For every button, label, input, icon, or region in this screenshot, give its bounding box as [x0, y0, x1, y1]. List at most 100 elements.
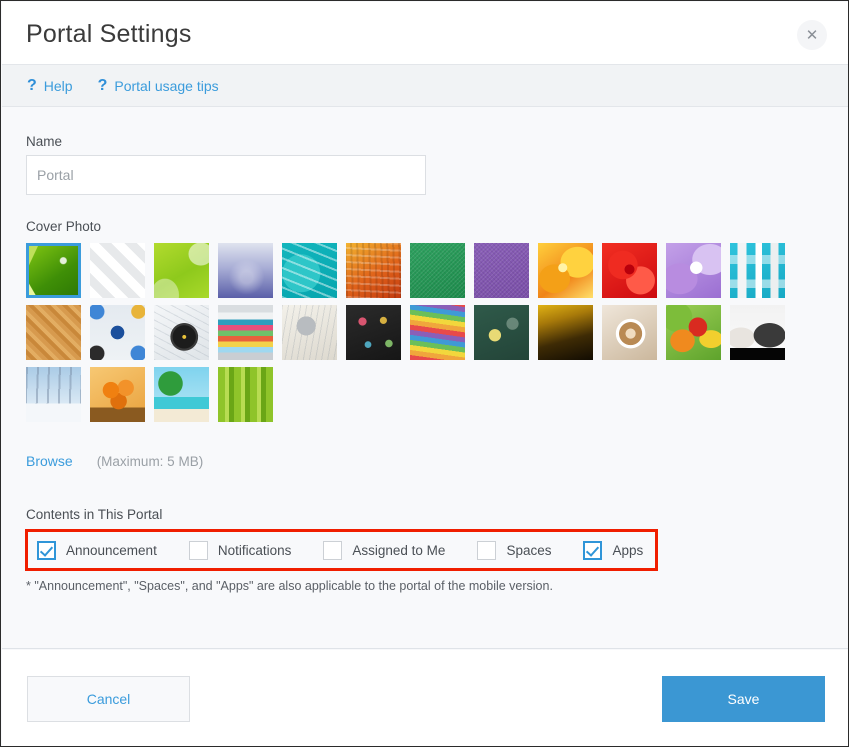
help-link-label: Help: [44, 78, 73, 94]
cover-photo-thumbnail-beach-palm-tree[interactable]: [154, 367, 209, 422]
bamboo-forest-image: [218, 367, 273, 422]
dialog-footer: Cancel Save: [2, 650, 849, 747]
cover-photo-thumbnail-purple-fabric[interactable]: [474, 243, 529, 298]
portal-settings-dialog: Portal Settings ✕ ? Help ? Portal usage …: [0, 0, 849, 747]
dialog-header: Portal Settings ✕: [2, 2, 849, 65]
checkbox-label: Assigned to Me: [352, 543, 445, 558]
colored-pencils-faces-image: [410, 305, 465, 360]
cover-photo-thumbnail-wood-parquet[interactable]: [26, 305, 81, 360]
green-leaf-waterdrops-image: [29, 246, 78, 295]
purple-blue-gradient-image: [218, 243, 273, 298]
dark-gold-gradient-image: [538, 305, 593, 360]
cover-photo-row: [26, 305, 826, 360]
checkbox-label: Apps: [612, 543, 643, 558]
close-button[interactable]: ✕: [797, 20, 827, 50]
gear-and-blueprint-image: [282, 305, 337, 360]
question-mark-icon: ?: [27, 78, 37, 94]
contents-footnote: * "Announcement", "Spaces", and "Apps" a…: [26, 579, 553, 593]
cover-photo-thumbnail-purple-blue-gradient[interactable]: [218, 243, 273, 298]
cancel-button[interactable]: Cancel: [27, 676, 190, 722]
checkbox-label: Notifications: [218, 543, 292, 558]
cover-photo-row: [26, 367, 826, 422]
cover-photo-thumbnail-compass-on-map[interactable]: [154, 305, 209, 360]
cover-photo-thumbnail-cat-and-dog[interactable]: [730, 305, 785, 360]
cover-photo-row: [26, 243, 826, 298]
dialog-body: Name Cover Photo Browse (Maximum: 5 MB) …: [2, 107, 849, 649]
teal-water-image: [282, 243, 337, 298]
cover-photo-thumbnail-green-curves[interactable]: [154, 243, 209, 298]
compass-on-map-image: [154, 305, 209, 360]
cover-photo-thumbnail-pumpkin-basket[interactable]: [90, 367, 145, 422]
cover-photo-thumbnail-green-leaf-waterdrops[interactable]: [26, 243, 81, 298]
cover-photo-thumbnail-green-fabric[interactable]: [410, 243, 465, 298]
purple-lilac-flower-image: [666, 243, 721, 298]
pumpkin-basket-image: [90, 367, 145, 422]
checkbox-box-icon[interactable]: [323, 541, 342, 560]
lightbulb-chalkboard-image: [474, 305, 529, 360]
blue-mosaic-tile-image: [90, 305, 145, 360]
cover-photo-thumbnail-colored-pencils-faces[interactable]: [410, 305, 465, 360]
wood-parquet-image: [26, 305, 81, 360]
checkbox-label: Spaces: [506, 543, 551, 558]
contents-checkbox-group: Announcement Notifications Assigned to Me S…: [25, 529, 658, 571]
cover-photo-grid: [26, 243, 826, 429]
checkmark-icon[interactable]: [37, 541, 56, 560]
cover-photo-thumbnail-blue-mosaic-tile[interactable]: [90, 305, 145, 360]
winter-frost-trees-image: [26, 367, 81, 422]
checkbox-box-icon[interactable]: [189, 541, 208, 560]
checkbox-box-icon[interactable]: [477, 541, 496, 560]
checkbox-apps[interactable]: Apps: [583, 541, 643, 560]
cyan-blocks-image: [730, 243, 785, 298]
cover-photo-thumbnail-teal-water[interactable]: [282, 243, 337, 298]
cover-photo-thumbnail-dark-gold-gradient[interactable]: [538, 305, 593, 360]
cover-photo-thumbnail-purple-lilac-flower[interactable]: [666, 243, 721, 298]
cover-photo-thumbnail-orange-paint-texture[interactable]: [346, 243, 401, 298]
cover-photo-label: Cover Photo: [26, 219, 101, 234]
checkbox-assigned-to-me[interactable]: Assigned to Me: [323, 541, 445, 560]
checkbox-spaces[interactable]: Spaces: [477, 541, 551, 560]
latte-art-coffee-image: [602, 305, 657, 360]
question-marks-chalkboard-image: [346, 305, 401, 360]
checkbox-notifications[interactable]: Notifications: [189, 541, 292, 560]
white-diamond-pattern-image: [90, 243, 145, 298]
cover-photo-thumbnail-orange-lily-flower[interactable]: [538, 243, 593, 298]
portal-usage-tips-label: Portal usage tips: [114, 78, 218, 94]
browse-row: Browse (Maximum: 5 MB): [26, 453, 203, 469]
close-icon: ✕: [806, 28, 819, 43]
cover-photo-thumbnail-lightbulb-chalkboard[interactable]: [474, 305, 529, 360]
help-link[interactable]: ? Help: [27, 78, 73, 94]
green-curves-image: [154, 243, 209, 298]
name-label: Name: [26, 134, 62, 149]
name-input[interactable]: [26, 155, 426, 195]
contents-label: Contents in This Portal: [26, 507, 162, 522]
cat-and-dog-image: [730, 305, 785, 360]
red-carnation-flower-image: [602, 243, 657, 298]
save-button[interactable]: Save: [662, 676, 825, 722]
cover-photo-thumbnail-white-diamond-pattern[interactable]: [90, 243, 145, 298]
cover-photo-thumbnail-red-carnation-flower[interactable]: [602, 243, 657, 298]
browse-button[interactable]: Browse: [26, 453, 73, 469]
fresh-vegetables-image: [666, 305, 721, 360]
stacked-books-image: [218, 305, 273, 360]
cover-photo-thumbnail-fresh-vegetables[interactable]: [666, 305, 721, 360]
checkbox-announcement[interactable]: Announcement: [37, 541, 157, 560]
cover-photo-thumbnail-latte-art-coffee[interactable]: [602, 305, 657, 360]
cover-photo-thumbnail-gear-and-blueprint[interactable]: [282, 305, 337, 360]
checkbox-label: Announcement: [66, 543, 157, 558]
cover-photo-thumbnail-stacked-books[interactable]: [218, 305, 273, 360]
orange-paint-texture-image: [346, 243, 401, 298]
portal-usage-tips-link[interactable]: ? Portal usage tips: [98, 78, 219, 94]
page-title: Portal Settings: [26, 20, 192, 49]
cover-photo-thumbnail-winter-frost-trees[interactable]: [26, 367, 81, 422]
question-mark-icon: ?: [98, 78, 108, 94]
green-fabric-image: [410, 243, 465, 298]
orange-lily-flower-image: [538, 243, 593, 298]
purple-fabric-image: [474, 243, 529, 298]
cover-photo-thumbnail-cyan-blocks[interactable]: [730, 243, 785, 298]
checkmark-icon[interactable]: [583, 541, 602, 560]
cover-photo-thumbnail-bamboo-forest[interactable]: [218, 367, 273, 422]
help-bar: ? Help ? Portal usage tips: [2, 65, 849, 107]
cover-photo-thumbnail-question-marks-chalkboard[interactable]: [346, 305, 401, 360]
max-size-note: (Maximum: 5 MB): [97, 454, 204, 469]
beach-palm-tree-image: [154, 367, 209, 422]
